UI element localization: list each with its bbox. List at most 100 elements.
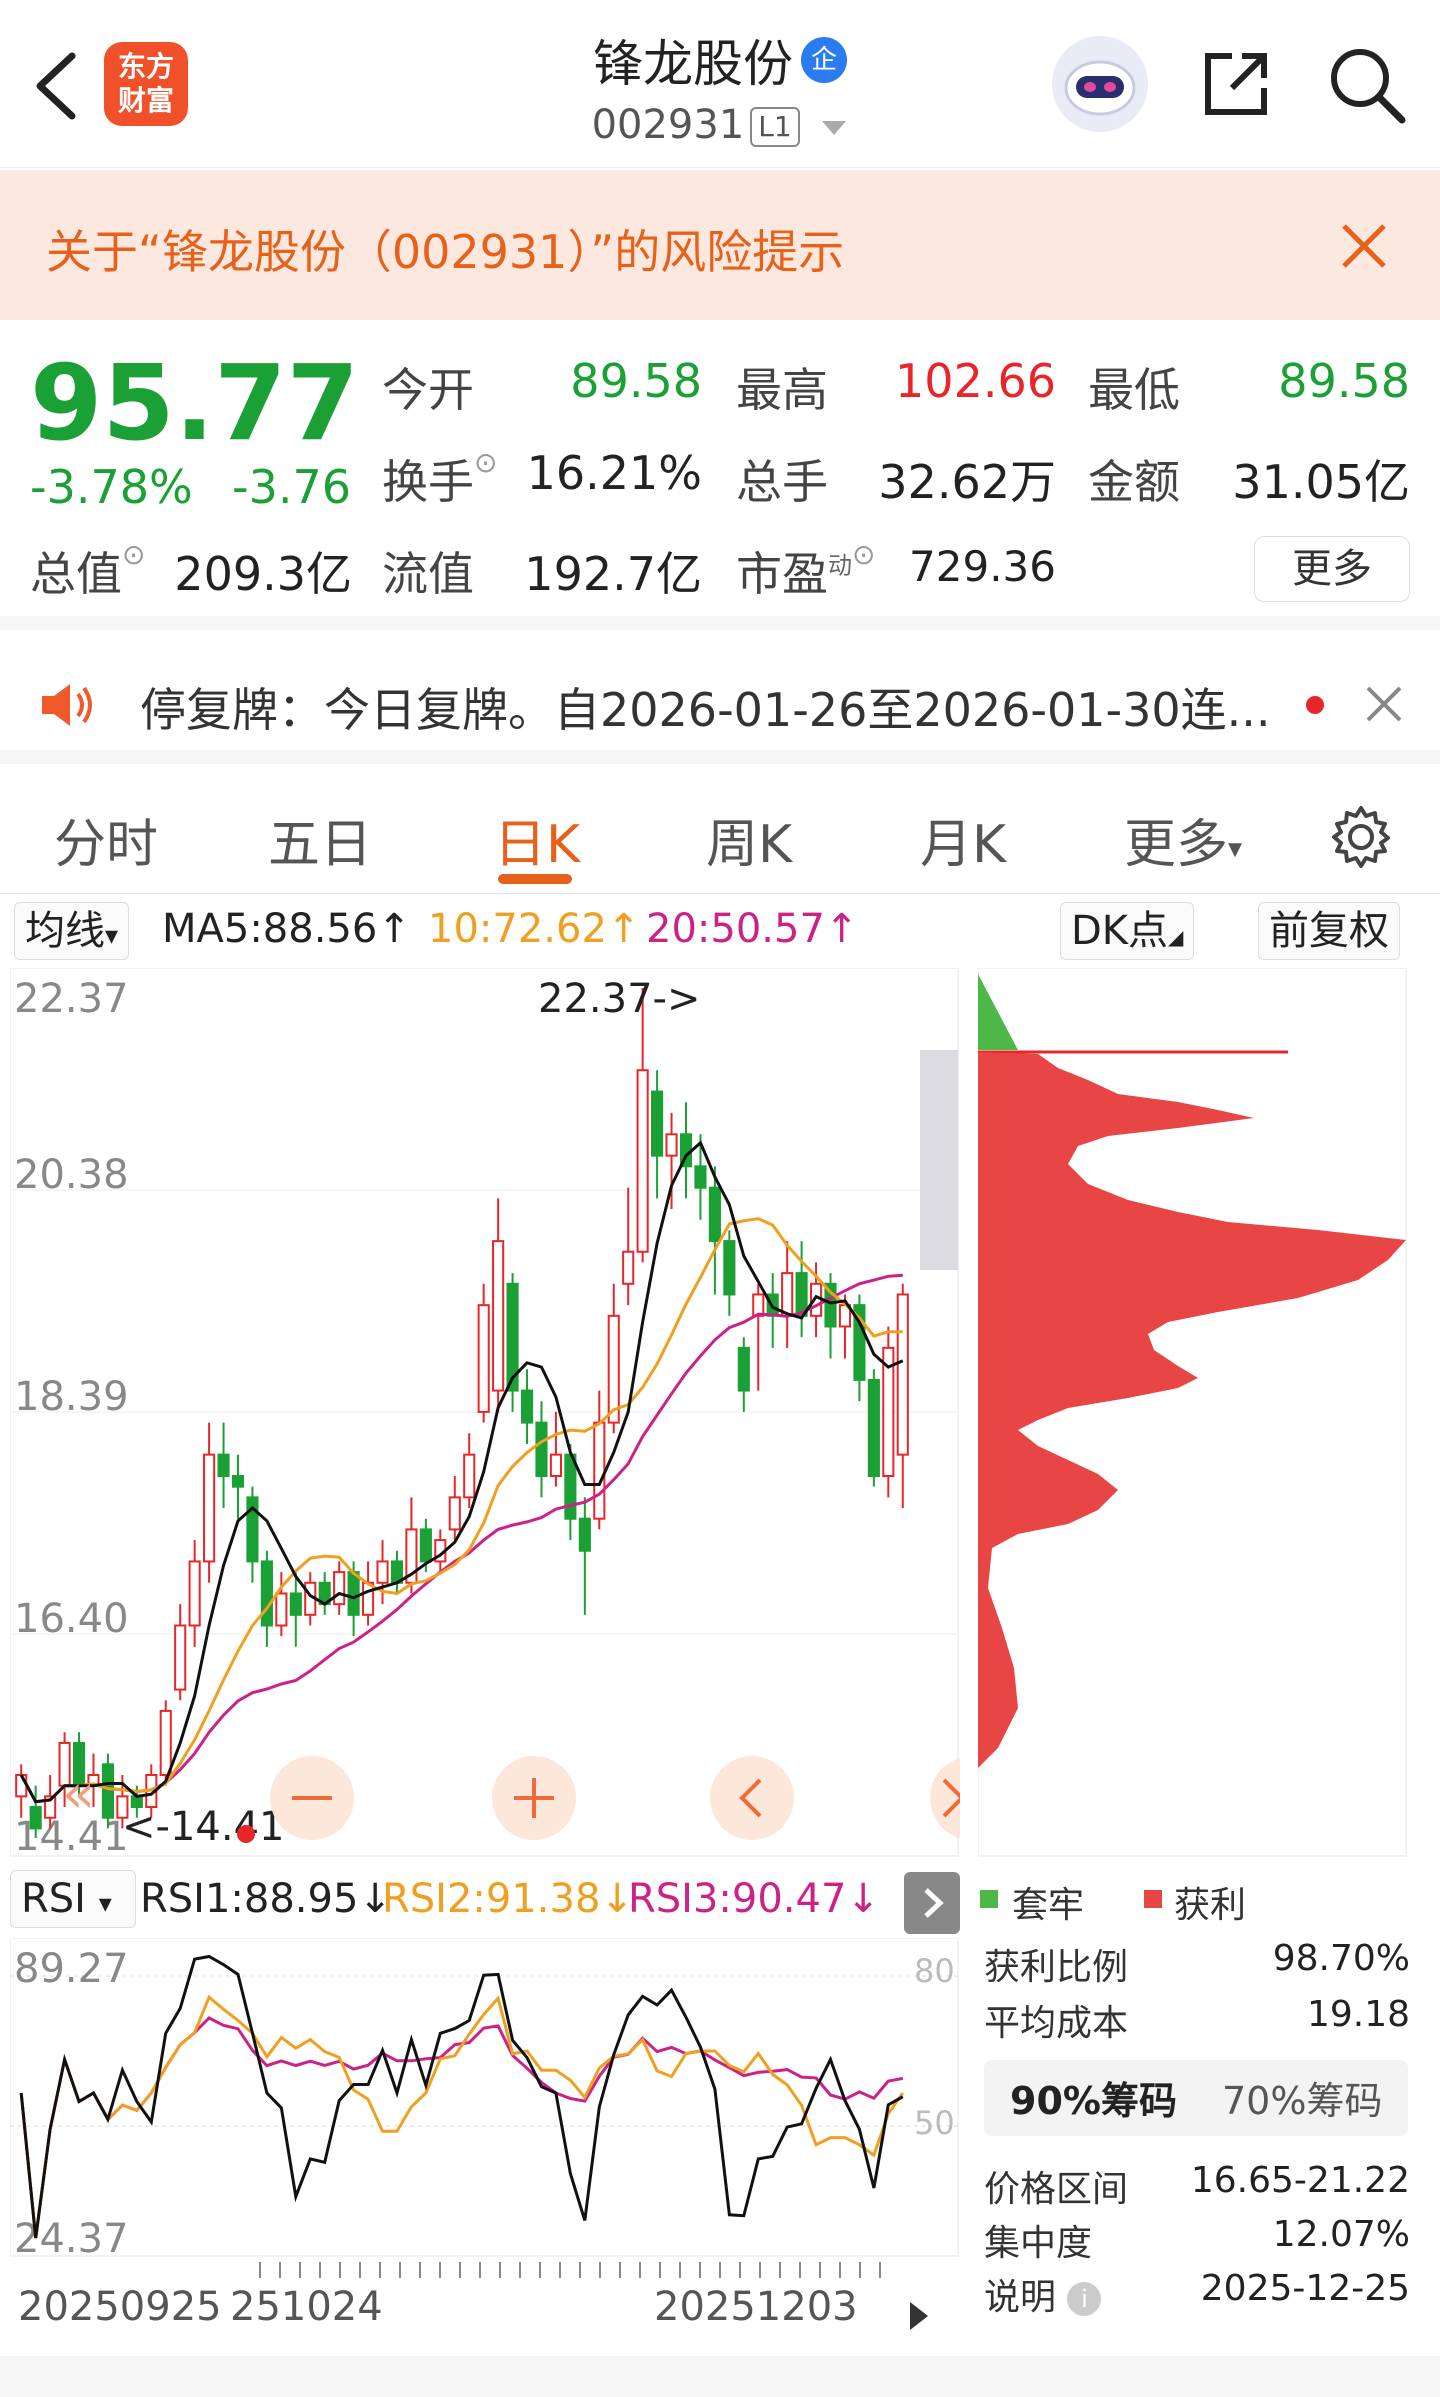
turnover-label: 换手 [382,455,474,509]
dropdown-triangle-icon[interactable] [820,117,848,137]
candle-body [593,1421,606,1520]
candle-body [781,1272,794,1317]
candle-body [622,1250,635,1285]
y-label-top: 22.37 [14,976,129,1022]
enterprise-badge-icon: 企 [801,37,847,83]
rsi-chart[interactable]: 89.27 24.37 80 50 [10,1938,960,2258]
candle-body [275,1592,288,1627]
tab-90-percent[interactable]: 90%筹码 [1010,2070,1177,2125]
risk-banner-text[interactable]: 关于“锋龙股份（002931）”的风险提示 [46,216,844,282]
tab-more[interactable]: 更多▾ [1124,802,1242,877]
rsi2-value: RSI2:91.38↓ [382,1876,634,1922]
profit-ratio-value: 98.70% [1272,1938,1410,1979]
ma10-value: 10:72.62↑ [428,906,641,952]
tab-daily-k[interactable]: 日K [494,802,580,877]
prev-button[interactable] [710,1756,794,1840]
unread-dot [1306,696,1324,714]
risk-banner[interactable]: 关于“锋龙股份（002931）”的风险提示 [0,170,1440,320]
kline-chart[interactable]: 22.37 20.38 18.39 16.40 14.41 22.37-> <-… [10,968,960,1858]
scroll-indicator[interactable] [920,1050,958,1270]
volume-label: 总手 [736,455,828,509]
profit-label: 获利 [1174,1885,1247,1926]
chip-distribution-chart[interactable] [978,968,1408,1858]
avg-cost-value: 19.18 [1306,1994,1410,2035]
y-label-4: 16.40 [14,1596,129,1642]
date-axis: 20250925 251024 20251203 [10,2262,960,2342]
candle-body [535,1421,548,1478]
candle-body [651,1090,664,1157]
ma-selector[interactable]: 均线▾ [14,902,130,960]
candle-body [520,1389,534,1424]
candle-body [347,1571,360,1616]
dk-point-button[interactable]: DK点◢ [1060,902,1195,960]
adjust-button[interactable]: 前复权 [1258,902,1400,960]
concentration-value: 12.07% [1272,2214,1410,2255]
rsi-selector[interactable]: RSI ▾ [10,1870,136,1928]
candle-body [448,1496,461,1531]
candle-body [101,1763,114,1819]
candle-body [419,1528,432,1563]
level-badge: L1 [750,107,800,147]
tab-more-label: 更多 [1124,815,1229,875]
notice-text[interactable]: 停复牌：今日复牌。自2026-01-26至2026-01-30连... [140,674,1271,740]
share-icon[interactable] [1198,46,1274,122]
info-icon[interactable]: ⊙ [122,538,145,571]
suspension-notice[interactable]: 停复牌：今日复牌。自2026-01-26至2026-01-30连... [0,644,1440,764]
mktcap-value: 209.3亿 [174,547,352,601]
assistant-robot-icon[interactable] [1052,36,1148,132]
dropdown-triangle-icon: ▾ [98,1889,112,1919]
expand-panel-button[interactable] [904,1872,960,1934]
ma20-value: 20:50.57↑ [646,906,859,952]
open-label: 今开 [382,363,474,417]
info-icon[interactable]: ⊙ [474,446,497,479]
mktcap-label-group[interactable]: 总值⊙ [30,538,145,604]
rsi-guide-80: 80 [914,1952,955,1990]
candle-body [333,1571,346,1606]
candle-body [578,1517,591,1552]
search-icon[interactable] [1324,42,1408,126]
candle-body [15,1773,28,1798]
y-label-2: 20.38 [14,1152,129,1198]
candle-body [636,1069,649,1253]
gear-icon[interactable] [1328,804,1394,870]
candle-body [564,1453,577,1520]
pe-value: 729.36 [909,542,1056,591]
float-cap-label: 流值 [382,547,474,601]
low-label: 最低 [1088,363,1180,417]
play-triangle-icon[interactable] [904,2298,934,2334]
tab-five-day[interactable]: 五日 [268,802,372,877]
tab-70-percent[interactable]: 70%筹码 [1222,2070,1382,2125]
ma-selector-label: 均线 [25,908,105,954]
rsi-guide-50: 50 [914,2104,955,2142]
candle-body [477,1304,490,1413]
candle-body [231,1475,245,1488]
pe-label-group[interactable]: 市盈动⊙ [736,538,875,604]
tab-intraday[interactable]: 分时 [54,802,158,877]
mktcap-label: 总值 [30,547,122,601]
rsi-y-top: 89.27 [14,1946,129,1992]
candle-body [607,1314,620,1424]
period-tabs: 分时 五日 日K 周K 月K 更多▾ [0,778,1440,894]
rsi-selector-label: RSI [21,1876,86,1922]
tab-weekly-k[interactable]: 周K [706,802,792,877]
high-marker: 22.37-> [538,976,700,1022]
turnover-label-group[interactable]: 换手⊙ [382,446,497,512]
tab-monthly-k[interactable]: 月K [920,802,1006,877]
candle-body [896,1293,909,1456]
candle-body [708,1186,721,1243]
change-amount: -3.76 [232,460,352,514]
note-label-group[interactable]: 说明 i [984,2268,1102,2320]
info-icon[interactable]: i [1067,2282,1102,2316]
stock-code: 002931 [591,102,745,148]
close-icon[interactable] [1336,218,1392,274]
candle-body [188,1560,201,1627]
info-icon[interactable]: ⊙ [852,538,875,571]
more-button[interactable]: 更多 [1254,536,1410,602]
price-range-value: 16.65-21.22 [1190,2160,1410,2201]
rewind-icon[interactable]: « [62,1762,95,1825]
high-value: 102.66 [895,354,1056,408]
close-icon[interactable] [1364,684,1404,724]
rsi1-value: RSI1:88.95↓ [140,1876,392,1922]
candle-body [723,1240,736,1296]
candle-body [463,1453,476,1499]
